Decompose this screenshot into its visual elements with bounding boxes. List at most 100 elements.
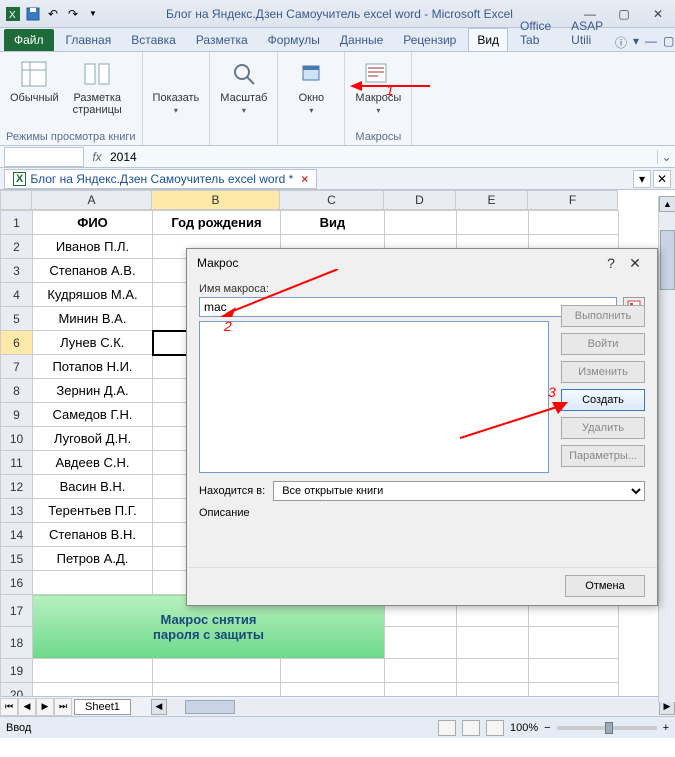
zoom-icon [228, 58, 260, 90]
dialog-help-icon[interactable]: ? [599, 255, 623, 271]
view-pagelayout-button[interactable]: Разметка страницы [69, 56, 126, 118]
create-button[interactable]: Создать [561, 389, 645, 411]
excel-icon: X [4, 5, 22, 23]
zoom-out-icon[interactable]: − [544, 722, 550, 734]
document-tab[interactable]: X Блог на Яндекс.Дзен Самоучитель excel … [4, 169, 317, 189]
scroll-left-icon[interactable]: ◀ [151, 699, 167, 715]
formula-bar: fx 2014 ⌄ [0, 146, 675, 168]
save-icon[interactable] [24, 5, 42, 23]
params-button[interactable]: Параметры... [561, 445, 645, 467]
zoom-slider[interactable] [557, 726, 657, 730]
sheet-tab[interactable]: Sheet1 [74, 699, 131, 715]
column-headers: A B C D E F [0, 190, 675, 210]
doctab-close-icon[interactable]: ✕ [653, 170, 671, 188]
cancel-button[interactable]: Отмена [565, 575, 645, 597]
tab-data[interactable]: Данные [332, 29, 391, 51]
cell-C1[interactable]: Вид [281, 211, 385, 235]
delete-button[interactable]: Удалить [561, 417, 645, 439]
tab-layout[interactable]: Разметка [188, 29, 256, 51]
close-button[interactable]: ✕ [645, 5, 671, 23]
ribbon-tabs: Файл Главная Вставка Разметка Формулы Да… [0, 28, 675, 52]
fx-icon[interactable]: fx [88, 150, 106, 164]
redo-icon[interactable]: ↷ [64, 5, 82, 23]
sheet-nav-first-icon[interactable]: ⏮ [0, 698, 18, 716]
tab-review[interactable]: Рецензир [395, 29, 464, 51]
macro-list[interactable] [199, 321, 549, 473]
tab-insert[interactable]: Вставка [123, 29, 184, 51]
window-icon [295, 58, 327, 90]
excel-doc-icon: X [13, 172, 26, 186]
doc-min-icon[interactable]: — [645, 34, 657, 51]
scroll-up-icon[interactable]: ▲ [659, 196, 675, 212]
view-normal-icon[interactable] [438, 720, 456, 736]
location-label: Находится в: [199, 485, 265, 497]
cell-A1[interactable]: ФИО [33, 211, 153, 235]
location-select[interactable]: Все открытые книги [273, 481, 645, 501]
dialog-close-icon[interactable]: ✕ [623, 255, 647, 272]
name-box[interactable] [4, 147, 84, 167]
annotation-number-3: 3 [548, 384, 556, 400]
col-header-C[interactable]: C [280, 190, 384, 210]
normal-view-icon [18, 58, 50, 90]
tab-asap[interactable]: ASAP Utili [563, 15, 611, 51]
zoom-button[interactable]: Масштаб▾ [216, 56, 271, 117]
sheet-nav-last-icon[interactable]: ⏭ [54, 698, 72, 716]
select-all-corner[interactable] [0, 190, 32, 210]
macro-name-input[interactable] [199, 297, 617, 317]
scroll-thumb[interactable] [660, 230, 675, 290]
macros-button[interactable]: Макросы▾ [351, 56, 405, 117]
zoom-level[interactable]: 100% [510, 722, 538, 734]
formula-expand-icon[interactable]: ⌄ [657, 150, 675, 164]
edit-button[interactable]: Изменить [561, 361, 645, 383]
quick-access-toolbar: X ↶ ↷ ▼ [4, 5, 102, 23]
view-pagelayout-icon[interactable] [462, 720, 480, 736]
file-tab[interactable]: Файл [4, 29, 54, 51]
sheet-nav-next-icon[interactable]: ▶ [36, 698, 54, 716]
window-title: Блог на Яндекс.Дзен Самоучитель excel wo… [102, 7, 577, 21]
view-normal-button[interactable]: Обычный [6, 56, 63, 106]
document-tabs: X Блог на Яндекс.Дзен Самоучитель excel … [0, 168, 675, 190]
vertical-scrollbar[interactable]: ▲ [658, 196, 675, 702]
help-icon[interactable]: ⓘ [615, 34, 627, 51]
horizontal-scrollbar[interactable]: ◀ ▶ [151, 699, 675, 715]
ribbon-min-icon[interactable]: ▾ [633, 34, 639, 51]
dialog-title: Макрос [197, 256, 599, 270]
tab-formulas[interactable]: Формулы [260, 29, 328, 51]
doctab-dropdown-icon[interactable]: ▾ [633, 170, 651, 188]
tab-officetab[interactable]: Office Tab [512, 15, 559, 51]
hscroll-thumb[interactable] [185, 700, 235, 714]
zoom-in-icon[interactable]: + [663, 722, 669, 734]
undo-icon[interactable]: ↶ [44, 5, 62, 23]
macro-name-label: Имя макроса: [199, 283, 645, 295]
sheet-tab-row: ⏮ ◀ ▶ ⏭ Sheet1 ◀ ▶ [0, 696, 675, 716]
formula-value[interactable]: 2014 [106, 150, 657, 164]
macro-dialog: Макрос ? ✕ Имя макроса: Находится в: Все… [186, 248, 658, 606]
col-header-D[interactable]: D [384, 190, 456, 210]
group-macros-label: Макросы [351, 129, 405, 143]
sheet-nav-prev-icon[interactable]: ◀ [18, 698, 36, 716]
show-icon [160, 58, 192, 90]
show-button[interactable]: Показать▾ [149, 56, 204, 117]
run-button[interactable]: Выполнить [561, 305, 645, 327]
col-header-B[interactable]: B [152, 190, 280, 210]
window-button[interactable]: Окно▾ [284, 56, 338, 117]
doc-max-icon[interactable]: ▢ [663, 34, 674, 51]
maximize-button[interactable]: ▢ [611, 5, 637, 23]
status-bar: Ввод 100% − + [0, 716, 675, 738]
group-view-label: Режимы просмотра книги [6, 129, 136, 143]
tab-home[interactable]: Главная [58, 29, 120, 51]
col-header-F[interactable]: F [528, 190, 618, 210]
cell-B1[interactable]: Год рождения [153, 211, 281, 235]
view-pagebreak-icon[interactable] [486, 720, 504, 736]
annotation-number-1: 1 [386, 82, 394, 98]
col-header-A[interactable]: A [32, 190, 152, 210]
doc-tab-close-icon[interactable]: × [301, 172, 308, 186]
step-button[interactable]: Войти [561, 333, 645, 355]
document-tab-label: Блог на Яндекс.Дзен Самоучитель excel wo… [30, 172, 293, 186]
qat-dropdown-icon[interactable]: ▼ [84, 5, 102, 23]
annotation-number-2: 2 [224, 318, 232, 334]
tab-view[interactable]: Вид [468, 28, 508, 51]
col-header-E[interactable]: E [456, 190, 528, 210]
description-label: Описание [199, 507, 645, 519]
status-mode: Ввод [6, 722, 31, 734]
